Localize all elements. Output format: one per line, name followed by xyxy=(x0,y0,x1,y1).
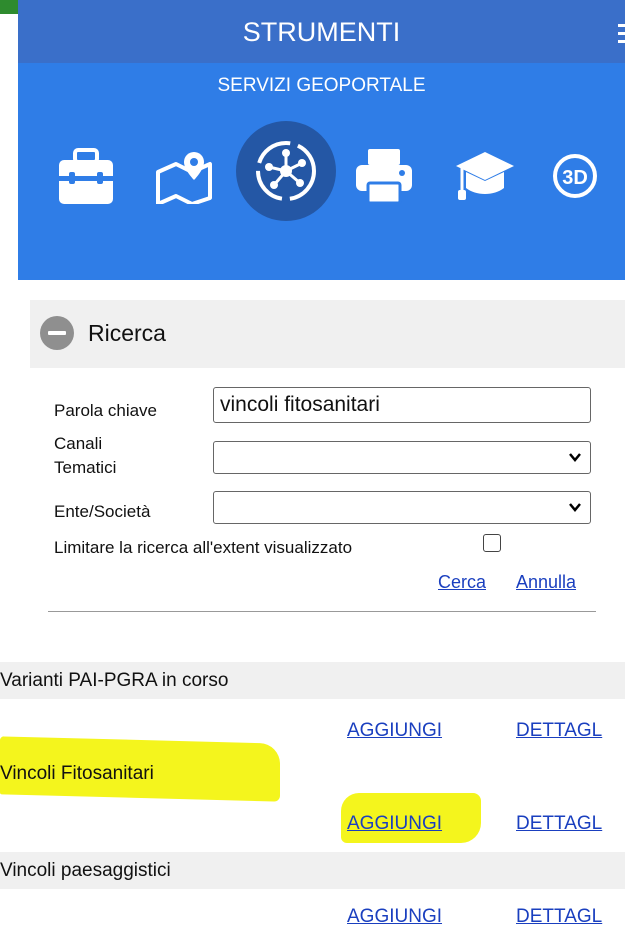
details-button[interactable]: DETTAGL xyxy=(516,813,602,835)
tools-panel: SERVIZI GEOPORTALE 3D xyxy=(18,63,625,280)
tools-header: STRUMENTI xyxy=(18,0,625,63)
channels-select[interactable] xyxy=(213,441,591,474)
network-icon[interactable] xyxy=(236,121,336,221)
keyword-label: Parola chiave xyxy=(54,401,158,420)
search-section-header[interactable]: Ricerca xyxy=(30,300,625,368)
list-item-label: Vincoli Fitosanitari xyxy=(0,763,154,784)
3d-icon[interactable]: 3D xyxy=(543,141,607,211)
menu-icon[interactable] xyxy=(618,24,625,45)
search-link[interactable]: Cerca xyxy=(438,572,486,593)
limit-extent-label: Limitare la ricerca all'extent visualizz… xyxy=(54,538,353,557)
panel-title: STRUMENTI xyxy=(242,17,401,47)
entity-label: Ente/Società xyxy=(54,502,151,521)
panel-subtitle: SERVIZI GEOPORTALE xyxy=(217,75,426,96)
chevron-down-icon xyxy=(569,453,581,462)
printer-icon[interactable] xyxy=(349,141,419,211)
details-button[interactable]: DETTAGL xyxy=(516,720,602,742)
list-item-title: Vincoli paesaggistici xyxy=(0,852,625,889)
graduation-cap-icon[interactable] xyxy=(450,141,520,211)
details-button[interactable]: DETTAGL xyxy=(516,906,602,928)
add-button[interactable]: AGGIUNGI xyxy=(347,906,442,928)
chevron-down-icon xyxy=(569,503,581,512)
limit-extent-checkbox[interactable] xyxy=(483,534,501,552)
divider xyxy=(48,611,596,612)
3d-icon-label: 3D xyxy=(562,167,588,189)
entity-select[interactable] xyxy=(213,491,591,524)
search-section-title: Ricerca xyxy=(88,320,166,346)
toolbox-icon[interactable] xyxy=(51,141,121,211)
add-button[interactable]: AGGIUNGI xyxy=(347,720,442,742)
collapse-icon[interactable] xyxy=(40,316,74,350)
list-item-label: Vincoli paesaggistici xyxy=(0,860,171,881)
list-item-title: Vincoli Fitosanitari xyxy=(0,755,625,792)
channels-label-line2: Tematici xyxy=(54,458,117,477)
list-item-label: Varianti PAI-PGRA in corso xyxy=(0,670,229,691)
channels-label-line1: Canali xyxy=(54,434,103,453)
search-form: Parola chiave vincoli fitosanitari Canal… xyxy=(30,368,625,613)
keyword-input[interactable]: vincoli fitosanitari xyxy=(213,387,591,423)
list-item-title: Varianti PAI-PGRA in corso xyxy=(0,662,625,699)
map-pin-icon[interactable] xyxy=(149,141,219,211)
add-button[interactable]: AGGIUNGI xyxy=(347,813,442,835)
cancel-link[interactable]: Annulla xyxy=(516,572,576,593)
